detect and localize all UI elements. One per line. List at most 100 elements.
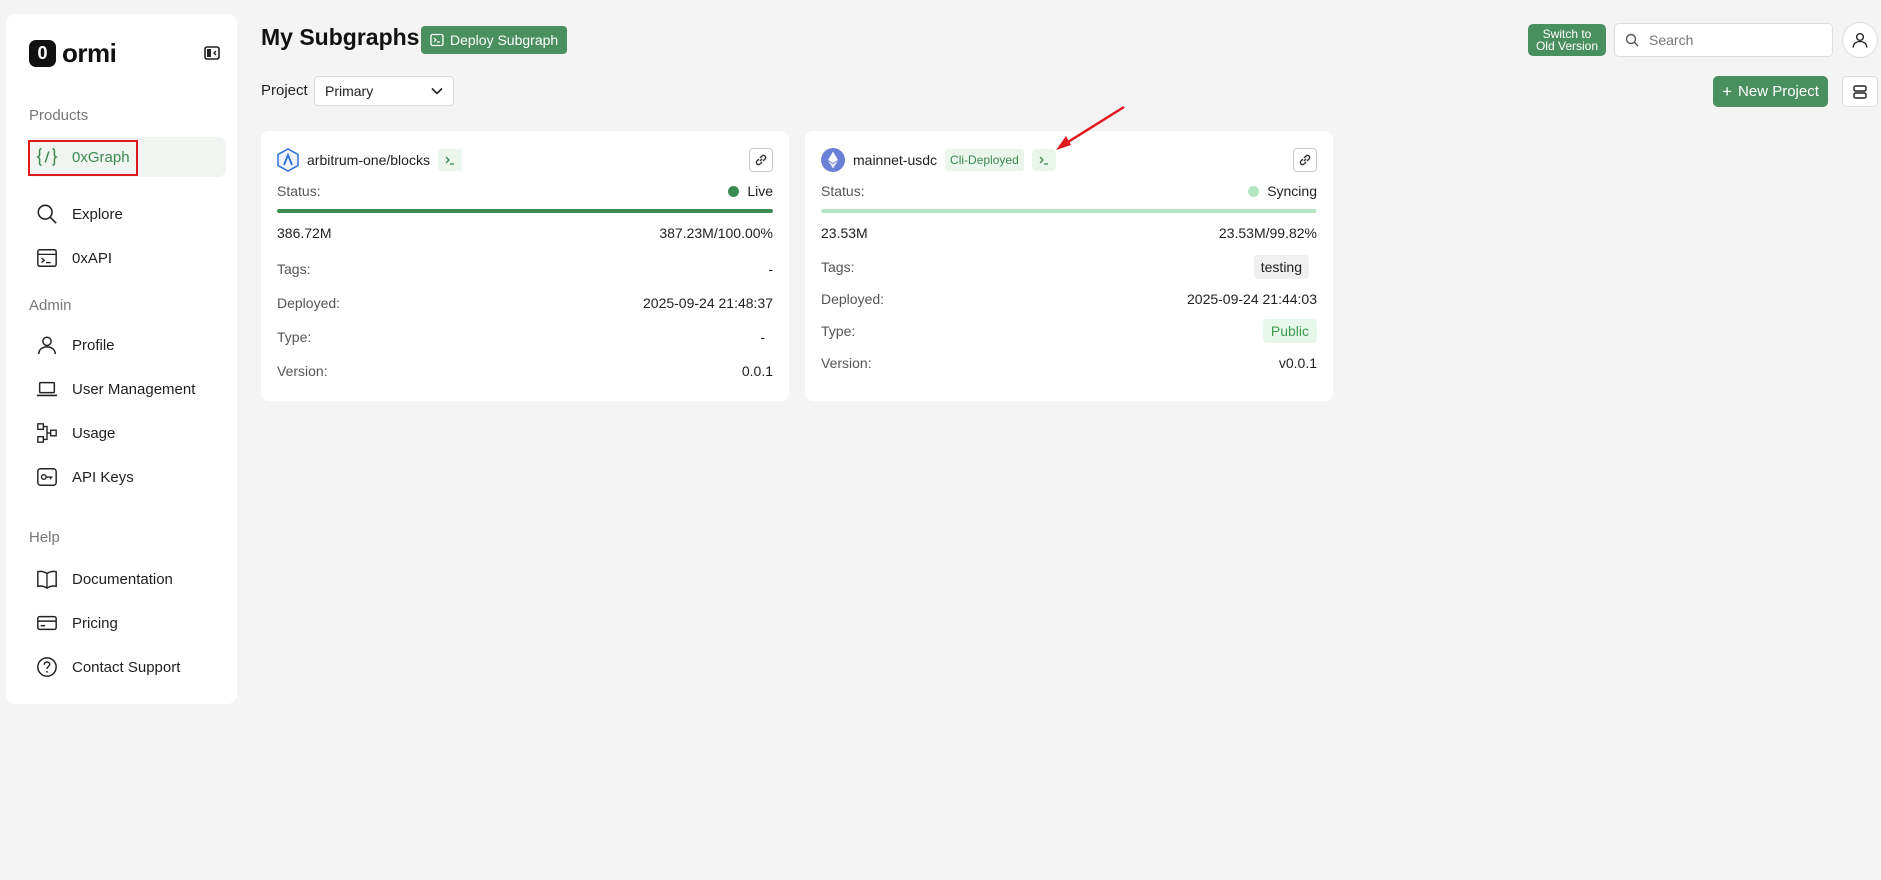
sidebar-item-pricing[interactable]: Pricing [28, 603, 226, 643]
deployed-label: Deployed: [821, 291, 885, 307]
search-box [1614, 23, 1833, 57]
layout-toggle-button[interactable] [1842, 76, 1878, 107]
user-icon [1852, 32, 1868, 48]
subgraph-card[interactable]: mainnet-usdc Cli-Deployed Status: Syncin… [805, 131, 1333, 401]
user-icon [38, 336, 56, 355]
sidebar-item-label: Contact Support [72, 658, 181, 676]
sidebar-item-documentation[interactable]: Documentation [28, 559, 226, 599]
deployed-label: Deployed: [277, 295, 341, 311]
sidebar-item-label: Profile [72, 336, 115, 354]
plus-icon: + [1722, 82, 1733, 101]
section-admin: Admin [29, 297, 72, 314]
project-select-value: Primary [325, 83, 374, 99]
sidebar: 0 ormi Products 0xGraph Explore 0xAPI Ad… [6, 14, 237, 704]
deployed-value: 2025-09-24 21:48:37 [643, 295, 773, 311]
terminal-icon [37, 249, 57, 267]
sidebar-item-label: Explore [72, 205, 123, 223]
terminal-button[interactable] [437, 149, 462, 171]
braces-slash-icon [36, 148, 58, 166]
tag-chip[interactable]: testing [1253, 255, 1309, 279]
sidebar-item-explore[interactable]: Explore [28, 194, 226, 234]
ethereum-icon [821, 148, 845, 172]
type-label: Type: [277, 329, 312, 345]
cli-deployed-badge: Cli-Deployed [945, 149, 1024, 171]
deploy-label: Deploy Subgraph [450, 32, 559, 48]
section-help: Help [29, 529, 60, 546]
search-icon [37, 204, 57, 224]
sidebar-item-label: 0xAPI [72, 249, 113, 267]
sidebar-item-user-management[interactable]: User Management [28, 369, 226, 409]
deployed-value: 2025-09-24 21:44:03 [1187, 291, 1317, 307]
sidebar-item-usage[interactable]: Usage [28, 413, 226, 453]
status-value: Syncing [1267, 183, 1317, 199]
version-value: v0.0.1 [1278, 355, 1317, 371]
version-value: 0.0.1 [741, 363, 773, 379]
sidebar-item-profile[interactable]: Profile [28, 325, 226, 365]
search-input[interactable] [1649, 32, 1819, 48]
new-project-button[interactable]: + New Project [1713, 76, 1828, 107]
credit-card-icon [37, 615, 57, 631]
sidebar-item-0xapi[interactable]: 0xAPI [28, 238, 226, 278]
synced-blocks: 23.53M [821, 225, 868, 241]
arbitrum-icon [277, 148, 299, 172]
terminal-prompt-icon [445, 156, 454, 165]
link-icon [755, 154, 767, 166]
project-select[interactable]: Primary [314, 76, 454, 106]
sidebar-item-0xgraph[interactable]: 0xGraph [28, 137, 226, 177]
tags-label: Tags: [277, 261, 311, 277]
key-icon [37, 468, 57, 486]
status-dot [728, 185, 740, 197]
avatar[interactable] [1842, 22, 1878, 58]
switch-old-version-button[interactable]: Switch to Old Version [1528, 24, 1606, 56]
copy-link-button[interactable] [749, 148, 773, 172]
status-dot [1248, 185, 1260, 197]
copy-link-button[interactable] [1293, 148, 1317, 172]
status-value: Live [747, 183, 773, 199]
status-label: Status: [821, 183, 865, 199]
type-chip: Public [1262, 319, 1317, 343]
logo-text: ormi [62, 38, 117, 68]
sidebar-item-label: User Management [72, 380, 196, 398]
help-circle-icon [37, 657, 57, 677]
subgraph-name[interactable]: mainnet-usdc [853, 152, 937, 168]
page-title: My Subgraphs [261, 24, 420, 50]
collapse-sidebar-icon[interactable] [204, 46, 220, 60]
sidebar-item-api-keys[interactable]: API Keys [28, 457, 226, 497]
sidebar-item-contact-support[interactable]: Contact Support [28, 647, 226, 687]
version-label: Version: [821, 355, 872, 371]
sync-progress-bar [821, 209, 1317, 213]
status-label: Status: [277, 183, 321, 199]
ormi-logo[interactable]: 0 ormi [29, 38, 117, 69]
book-icon [37, 570, 57, 590]
terminal-prompt-icon [1039, 156, 1048, 165]
sync-progress-bar [277, 209, 773, 213]
subgraph-name[interactable]: arbitrum-one/blocks [307, 152, 430, 168]
sidebar-item-label: Usage [72, 424, 116, 442]
synced-blocks: 386.72M [277, 225, 332, 241]
logo-badge: 0 [29, 40, 56, 67]
chevron-down-icon [431, 87, 443, 95]
switch-line-2: Old Version [1535, 39, 1599, 53]
subgraph-card[interactable]: arbitrum-one/blocks Status: Live 386.72M… [261, 131, 789, 401]
laptop-icon [36, 381, 58, 397]
nodes-icon [37, 423, 57, 443]
deploy-subgraph-button[interactable]: Deploy Subgraph [421, 26, 568, 54]
sidebar-item-label: 0xGraph [72, 148, 130, 166]
sidebar-item-label: Documentation [72, 570, 173, 588]
sync-progress-fill [821, 209, 1317, 213]
terminal-button[interactable] [1031, 149, 1056, 171]
link-icon [1299, 154, 1311, 166]
rows-layout-icon [1853, 84, 1867, 99]
sidebar-item-label: API Keys [72, 468, 134, 486]
tags-label: Tags: [821, 259, 855, 275]
total-blocks: 23.53M/99.82% [1218, 225, 1317, 241]
total-blocks: 387.23M/100.00% [659, 225, 773, 241]
tags-value: - [768, 261, 773, 277]
type-label: Type: [821, 323, 856, 339]
sync-progress-fill [277, 209, 773, 213]
sidebar-item-label: Pricing [72, 614, 118, 632]
new-project-label: New Project [1738, 83, 1819, 100]
type-value: - [760, 329, 765, 345]
version-label: Version: [277, 363, 328, 379]
terminal-icon [430, 33, 444, 47]
